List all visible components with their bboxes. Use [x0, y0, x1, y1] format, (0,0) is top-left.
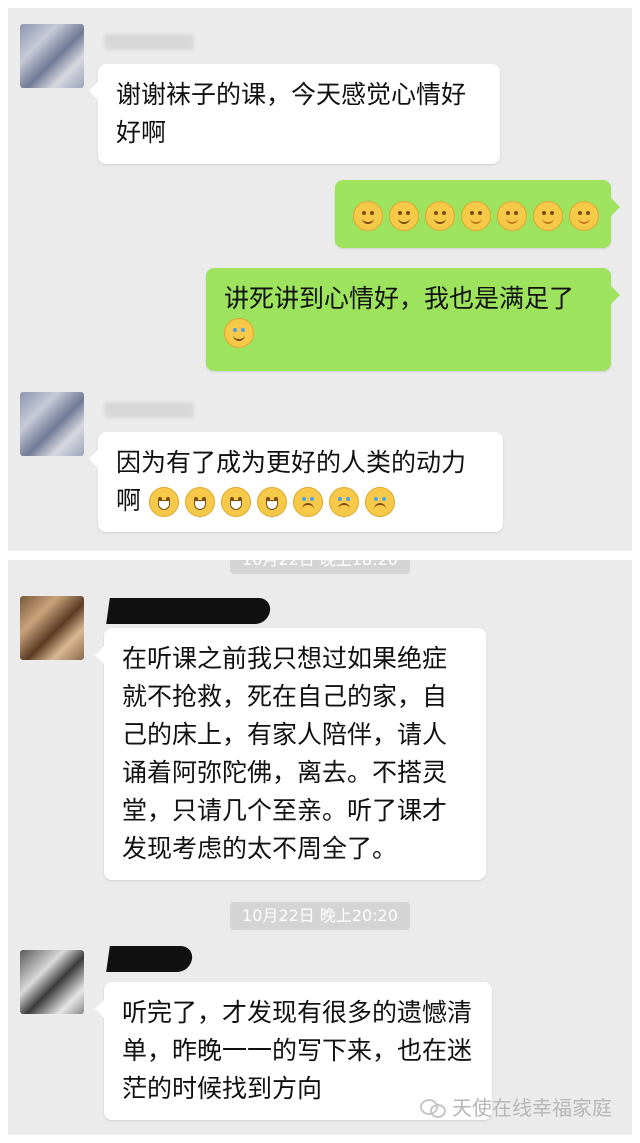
- frown-emoji-icon: [328, 487, 359, 517]
- message-bubble[interactable]: 在听课之前我只想过如果绝症就不抢救，死在自己的家，自己的床上，有家人陪伴，请人诵…: [95, 628, 486, 880]
- message-text: 讲死讲到心情好，我也是满足了: [224, 284, 575, 313]
- grin-emoji-icon: [220, 487, 251, 517]
- laugh-cry-emoji-icon: [224, 318, 254, 348]
- smile-emoji-icon: [353, 201, 383, 231]
- smile-emoji-icon: [425, 201, 455, 231]
- smile-emoji-icon: [389, 201, 419, 231]
- redacted-name: [106, 946, 194, 972]
- timestamp: 10月22日 晚上20:20: [230, 902, 410, 930]
- grin-emoji-icon: [256, 487, 287, 517]
- message-bubble[interactable]: 讲死讲到心情好，我也是满足了: [206, 268, 620, 371]
- avatar[interactable]: [20, 950, 84, 1014]
- message-text: 在听课之前我只想过如果绝症就不抢救，死在自己的家，自己的床上，有家人陪伴，请人诵…: [122, 644, 448, 863]
- grin-emoji-icon: [148, 487, 179, 517]
- message-text: 听完了，才发现有很多的遗憾清单，昨晚一一的写下来，也在迷茫的时候找到方向: [122, 998, 473, 1103]
- message-bubble[interactable]: [335, 180, 620, 248]
- message-text: 谢谢袜子的课，今天感觉心情好好啊: [116, 80, 467, 147]
- chat-screenshot-2: 10月22日 晚上18:20 在听课之前我只想过如果绝症就不抢救，死在自己的家，…: [8, 560, 632, 1135]
- watermark-text: 天使在线幸福家庭: [452, 1096, 612, 1120]
- chat-screenshot-1: 谢谢袜子的课，今天感觉心情好好啊 讲死讲到心情好，我也是满足了 因为有了成为更好…: [8, 8, 632, 551]
- message-bubble[interactable]: 因为有了成为更好的人类的动力啊: [89, 432, 503, 532]
- hand-emoji-icon: [533, 201, 563, 231]
- hand-emoji-icon: [461, 201, 491, 231]
- frown-emoji-icon: [292, 487, 323, 517]
- frown-emoji-icon: [364, 487, 395, 517]
- emoji-row: [353, 201, 599, 231]
- watermark: 天使在线幸福家庭: [420, 1092, 612, 1121]
- sender-name: [104, 402, 194, 418]
- avatar[interactable]: [20, 392, 84, 456]
- hand-emoji-icon: [497, 201, 527, 231]
- avatar[interactable]: [20, 24, 84, 88]
- redacted-name: [106, 598, 272, 624]
- hand-emoji-icon: [569, 201, 599, 231]
- emoji-row: [148, 487, 395, 517]
- message-bubble[interactable]: 谢谢袜子的课，今天感觉心情好好啊: [89, 64, 500, 164]
- sender-name: [104, 34, 194, 50]
- wechat-icon: [420, 1097, 446, 1118]
- grin-emoji-icon: [184, 487, 215, 517]
- timestamp: 10月22日 晚上18:20: [230, 560, 410, 574]
- avatar[interactable]: [20, 596, 84, 660]
